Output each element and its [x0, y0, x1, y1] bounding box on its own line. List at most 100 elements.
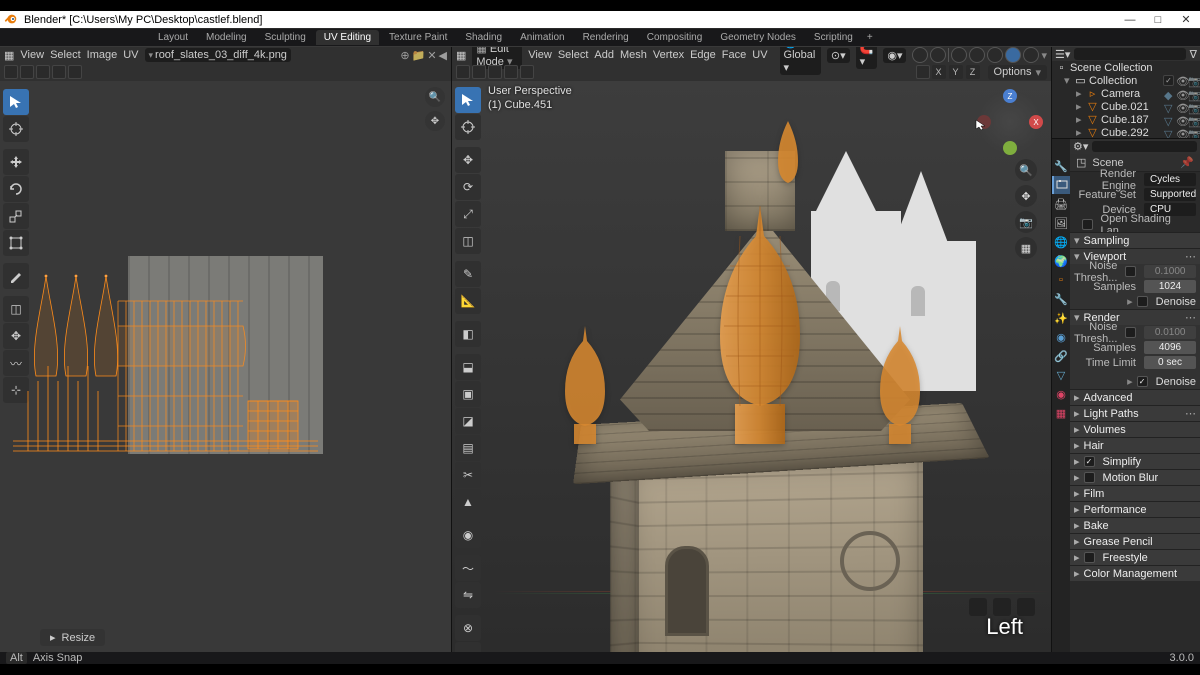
tool-shrink[interactable]: ⊗ [455, 615, 481, 641]
workspace-layout[interactable]: Layout [150, 30, 196, 45]
select-mode-face[interactable] [488, 65, 502, 79]
outliner-item-camera[interactable]: ▸▹ Camera ◆👁📷 [1052, 87, 1200, 100]
noise-r-checkbox[interactable] [1125, 327, 1136, 338]
v3d-menu-add[interactable]: Add [594, 49, 614, 61]
panel-performance[interactable]: ▸Performance [1070, 501, 1200, 517]
editor-type-icon[interactable]: ☰▾ [1055, 48, 1070, 61]
workspace-animation[interactable]: Animation [512, 30, 572, 45]
proportional-edit[interactable]: ◉▾ [883, 48, 906, 63]
options-dropdown[interactable]: Options ▾ [988, 65, 1047, 80]
select-mode-edge[interactable] [472, 65, 486, 79]
tab-particles[interactable]: ✨ [1052, 309, 1070, 327]
tab-material[interactable]: ◉ [1052, 385, 1070, 403]
uv-canvas[interactable]: ◫ ✥ 〰 ⊹ 🔍 ✥ [0, 81, 451, 652]
render-engine-dropdown[interactable]: Cycles [1144, 173, 1196, 186]
editor-type-icon[interactable]: ⚙▾ [1073, 140, 1088, 153]
motionblur-checkbox[interactable] [1084, 472, 1095, 483]
navigation-gizmo[interactable]: Z X [979, 91, 1041, 153]
panel-sampling[interactable]: ▾Sampling [1070, 232, 1200, 248]
pivot-selector[interactable]: ⊙▾ [827, 48, 850, 63]
3d-canvas[interactable]: ✥ ⟳ ⤢ ◫ ✎ 📐 ◧ ⬓ ▣ ◪ ▤ ✂ ▲ ◉ 〜 ⇋ ⊗ ▱ ⧉ [452, 81, 1051, 652]
tab-data[interactable]: ▽ [1052, 366, 1070, 384]
denoise-r-checkbox[interactable] [1137, 376, 1148, 387]
panel-motionblur[interactable]: ▸Motion Blur [1070, 469, 1200, 485]
simplify-checkbox[interactable] [1084, 456, 1095, 467]
panel-greasepencil[interactable]: ▸Grease Pencil [1070, 533, 1200, 549]
mesh-auto-merge[interactable] [916, 65, 930, 79]
tool-bevel[interactable]: ◪ [455, 408, 481, 434]
tab-scene[interactable]: 🌐 [1052, 233, 1070, 251]
uv-select-mode-edge[interactable] [36, 65, 50, 79]
tab-tool[interactable]: 🔧 [1052, 157, 1070, 175]
outliner-item-cube187[interactable]: ▸▽ Cube.187 ▽👁📷 [1052, 113, 1200, 126]
tool-add-cube[interactable]: ◧ [455, 321, 481, 347]
uv-select-mode-face[interactable] [52, 65, 66, 79]
select-mode-4[interactable] [504, 65, 518, 79]
editor-type-icon[interactable]: ▦ [4, 49, 14, 62]
overlay-toggle[interactable] [930, 47, 946, 63]
select-mode-vert[interactable] [456, 65, 470, 79]
axis-x-toggle[interactable]: X [932, 65, 946, 79]
tool-scale[interactable] [3, 203, 29, 229]
uv-menu-view[interactable]: View [20, 49, 44, 61]
outliner-scene-collection[interactable]: ▫ Scene Collection [1052, 61, 1200, 74]
tool-edge-slide[interactable]: ⇋ [455, 582, 481, 608]
workspace-geometry-nodes[interactable]: Geometry Nodes [712, 30, 804, 45]
panel-bake[interactable]: ▸Bake [1070, 517, 1200, 533]
uv-menu-uv[interactable]: UV [123, 49, 138, 61]
tool-measure[interactable]: 📐 [455, 288, 481, 314]
tool-knife[interactable]: ✂ [455, 462, 481, 488]
noise-threshold-input[interactable]: 0.1000 [1144, 265, 1196, 278]
zoom-icon[interactable]: 🔍 [1015, 159, 1037, 181]
outliner-tree[interactable]: ▫ Scene Collection ▾ ▭ Collection 👁📷 ▸▹ … [1052, 61, 1200, 138]
tool-select-box[interactable] [3, 89, 29, 115]
image-unlink-icon[interactable]: ✕ [427, 49, 436, 62]
panel-film[interactable]: ▸Film [1070, 485, 1200, 501]
tool-annotate[interactable]: ✎ [455, 261, 481, 287]
v3d-menu-vertex[interactable]: Vertex [653, 49, 684, 61]
workspace-shading[interactable]: Shading [457, 30, 510, 45]
tool-scale[interactable]: ⤢ [455, 201, 481, 227]
tab-render[interactable] [1052, 176, 1070, 194]
tool-rotate[interactable] [3, 176, 29, 202]
select-mode-5[interactable] [520, 65, 534, 79]
axis-z-icon[interactable]: Z [1003, 89, 1017, 103]
tool-shear[interactable]: ▱ [455, 642, 481, 652]
camera-view-icon[interactable]: 📷 [1015, 211, 1037, 233]
viewport-samples-input[interactable]: 1024 [1144, 280, 1196, 293]
tool-select-box[interactable] [455, 87, 481, 113]
tab-world[interactable]: 🌍 [1052, 252, 1070, 270]
pan-icon[interactable]: ✥ [1015, 185, 1037, 207]
timelimit-input[interactable]: 0 sec [1144, 356, 1196, 369]
editor-type-icon[interactable]: ▦ [456, 49, 466, 62]
axis-z-toggle[interactable]: Z [966, 65, 980, 79]
freestyle-checkbox[interactable] [1084, 552, 1095, 563]
filter-icon[interactable]: ∇ [1190, 48, 1197, 61]
image-new-icon[interactable]: ⊕ [400, 49, 409, 62]
camera-icon[interactable]: 📷 [1188, 75, 1198, 85]
workspace-modeling[interactable]: Modeling [198, 30, 255, 45]
tab-viewlayer[interactable]: 🖼 [1052, 214, 1070, 232]
transform-orientation[interactable]: 🌐 Global ▾ [780, 47, 821, 75]
properties-search[interactable] [1092, 141, 1197, 152]
v3d-menu-select[interactable]: Select [558, 49, 589, 61]
tab-physics[interactable]: ◉ [1052, 328, 1070, 346]
render-samples-input[interactable]: 4096 [1144, 341, 1196, 354]
panel-simplify[interactable]: ▸Simplify [1070, 453, 1200, 469]
tab-modifiers[interactable]: 🔧 [1052, 290, 1070, 308]
uv-menu-select[interactable]: Select [50, 49, 81, 61]
denoise-vp-checkbox[interactable] [1137, 296, 1148, 307]
v3d-menu-edge[interactable]: Edge [690, 49, 716, 61]
window-minimize-button[interactable]: — [1116, 11, 1144, 28]
panel-lightpaths[interactable]: ▸Light Paths⋯ [1070, 405, 1200, 421]
xray-toggle[interactable] [951, 47, 967, 63]
window-close-button[interactable]: ✕ [1172, 11, 1200, 28]
tool-polybuild[interactable]: ▲ [455, 489, 481, 515]
panel-freestyle[interactable]: ▸Freestyle [1070, 549, 1200, 565]
tool-inset[interactable]: ▣ [455, 381, 481, 407]
osl-checkbox[interactable] [1082, 219, 1093, 230]
shading-wireframe[interactable] [969, 47, 985, 63]
panel-hair[interactable]: ▸Hair [1070, 437, 1200, 453]
shading-solid[interactable] [987, 47, 1003, 63]
last-operator-panel[interactable]: ▸ Resize [40, 629, 105, 646]
